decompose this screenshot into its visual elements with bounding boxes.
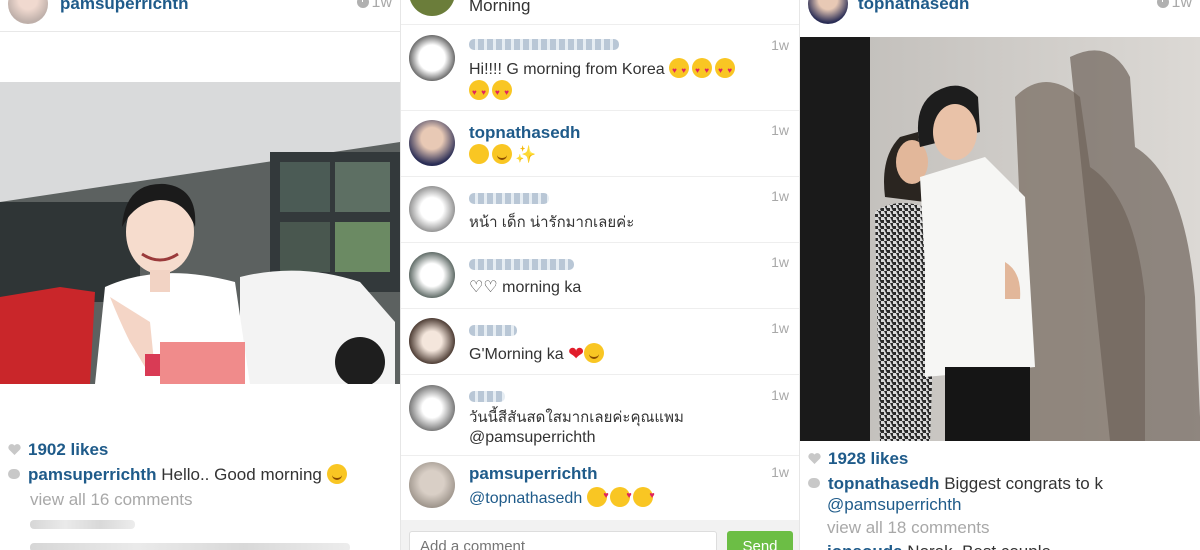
avatar[interactable] bbox=[808, 0, 848, 24]
comment-time: 1w bbox=[771, 464, 789, 480]
caption-text: Hello.. Good morning bbox=[161, 465, 322, 484]
comment-time: 1w bbox=[771, 320, 789, 336]
comment-text: Hi!!!! G morning from Korea bbox=[469, 58, 779, 103]
post-header: pamsuperrichth 1w bbox=[0, 0, 400, 32]
comment-time: 1w bbox=[771, 37, 789, 53]
comment-text: ✨ bbox=[469, 144, 779, 166]
heart-eyes-emoji-icon bbox=[715, 58, 736, 81]
comment-bubble-icon bbox=[8, 469, 20, 479]
add-comment-input[interactable] bbox=[409, 531, 717, 550]
list-item: pamsuperrichth 1w @topnathasedh bbox=[401, 456, 799, 520]
clock-icon bbox=[356, 0, 369, 8]
blurred-comment bbox=[30, 520, 135, 529]
caption-username[interactable]: topnathasedh bbox=[828, 474, 939, 493]
send-button[interactable]: Send bbox=[727, 531, 793, 550]
comment-username[interactable] bbox=[469, 35, 619, 55]
post-panel-left: pamsuperrichth 1w 1902 likes pamsuperric… bbox=[0, 0, 400, 550]
comment-username[interactable] bbox=[469, 189, 549, 209]
comment-text: Norak. Best couple bbox=[907, 542, 1051, 550]
heart-eyes-emoji-icon bbox=[669, 58, 690, 81]
post-caption: topnathasedh Biggest congrats to k bbox=[808, 473, 1103, 494]
comment-text: G'Morning ka ❤ bbox=[469, 343, 779, 365]
list-item: Morning bbox=[401, 0, 799, 25]
post-header: topnathasedh 1w bbox=[800, 0, 1200, 32]
flushed-emoji-icon bbox=[469, 144, 489, 164]
post-photo[interactable] bbox=[800, 37, 1200, 441]
comment-time: 1w bbox=[771, 254, 789, 270]
comment-text-content: Hi!!!! G morning from Korea bbox=[469, 61, 665, 78]
avatar[interactable] bbox=[409, 120, 455, 166]
grinning-emoji-icon bbox=[326, 464, 347, 484]
post-panel-right: topnathasedh 1w 1928 likes topnathasedh … bbox=[799, 0, 1200, 550]
comment-preview: jonsouda Norak. Best couple bbox=[827, 541, 1051, 550]
kiss-emoji-icon bbox=[632, 485, 655, 507]
clock-icon bbox=[1156, 0, 1169, 8]
comment-username[interactable] bbox=[469, 255, 574, 275]
comment-mention[interactable]: @pamsuperrichth bbox=[469, 427, 779, 448]
avatar[interactable] bbox=[409, 186, 455, 232]
comment-text: วันนี้สีสันสดใสมากเลยค่ะคุณแพม bbox=[469, 409, 684, 426]
comment-username[interactable] bbox=[469, 321, 517, 341]
likes-label: 1902 likes bbox=[28, 440, 109, 459]
comment-bubble-icon bbox=[808, 478, 820, 488]
heart-eyes-emoji-icon bbox=[692, 58, 713, 81]
comment-username[interactable]: topnathasedh bbox=[469, 123, 580, 143]
post-username[interactable]: topnathasedh bbox=[858, 0, 969, 14]
kiss-emoji-icon bbox=[609, 485, 632, 507]
avatar[interactable] bbox=[409, 462, 455, 508]
time-label: 1w bbox=[371, 0, 392, 11]
time-label: 1w bbox=[1171, 0, 1192, 11]
avatar[interactable] bbox=[409, 385, 455, 431]
comment-time: 1w bbox=[771, 122, 789, 138]
comments-panel: Morning 1w Hi!!!! G morning from Korea t… bbox=[400, 0, 799, 550]
sparkles-icon: ✨ bbox=[515, 145, 537, 164]
caption-mention[interactable]: @pamsuperrichth bbox=[827, 495, 961, 514]
red-heart-icon: ❤ bbox=[568, 344, 585, 365]
smiling-emoji-icon bbox=[584, 343, 605, 363]
avatar[interactable] bbox=[409, 252, 455, 298]
post-time: 1w bbox=[356, 0, 392, 12]
comment-text: @topnathasedh bbox=[469, 485, 779, 509]
list-item: 1w G'Morning ka ❤ bbox=[401, 309, 799, 375]
caption-username[interactable]: pamsuperrichth bbox=[28, 465, 156, 484]
likes-label: 1928 likes bbox=[828, 449, 909, 468]
heart-icon bbox=[8, 444, 21, 455]
comment-time: 1w bbox=[771, 188, 789, 204]
caption-text: Biggest congrats to k bbox=[944, 474, 1103, 493]
comment-mention[interactable]: @topnathasedh bbox=[469, 490, 582, 507]
comment-text-content: G'Morning ka bbox=[469, 346, 564, 363]
list-item: 1w วันนี้สีสันสดใสมากเลยค่ะคุณแพม @pamsu… bbox=[401, 375, 799, 456]
post-photo[interactable] bbox=[0, 82, 400, 384]
list-item: 1w หน้า เด็ก น่ารักมากเลยค่ะ bbox=[401, 177, 799, 243]
likes-count[interactable]: 1902 likes bbox=[8, 440, 108, 460]
avatar[interactable] bbox=[409, 318, 455, 364]
kiss-emoji-icon bbox=[586, 485, 609, 507]
comment-username[interactable]: pamsuperrichth bbox=[469, 464, 597, 484]
blurred-comment bbox=[30, 543, 350, 550]
comment-text: ♡♡ morning ka bbox=[469, 279, 582, 296]
avatar[interactable] bbox=[8, 0, 48, 24]
likes-count[interactable]: 1928 likes bbox=[808, 449, 908, 469]
list-item: topnathasedh 1w ✨ bbox=[401, 111, 799, 177]
comment-time: 1w bbox=[771, 387, 789, 403]
post-caption: pamsuperrichth Hello.. Good morning bbox=[8, 464, 350, 485]
heart-icon bbox=[808, 453, 821, 464]
view-all-comments-link[interactable]: view all 16 comments bbox=[30, 490, 193, 510]
view-all-comments-link[interactable]: view all 18 comments bbox=[827, 518, 990, 538]
list-item: 1w ♡♡ morning ka bbox=[401, 243, 799, 309]
comment-username[interactable]: jonsouda bbox=[827, 542, 903, 550]
post-username[interactable]: pamsuperrichth bbox=[60, 0, 188, 14]
list-item: 1w Hi!!!! G morning from Korea bbox=[401, 25, 799, 111]
heart-eyes-emoji-icon bbox=[469, 80, 489, 103]
avatar[interactable] bbox=[409, 0, 455, 16]
post-time: 1w bbox=[1156, 0, 1192, 12]
comment-text: Morning bbox=[469, 0, 531, 15]
grinning-emoji-icon bbox=[492, 144, 512, 164]
comment-username[interactable] bbox=[469, 387, 505, 407]
comment-text: หน้า เด็ก น่ารักมากเลยค่ะ bbox=[469, 214, 635, 231]
avatar[interactable] bbox=[409, 35, 455, 81]
heart-eyes-emoji-icon bbox=[492, 80, 512, 103]
caption-continuation: @pamsuperrichth bbox=[827, 494, 961, 515]
add-comment-bar: Send bbox=[401, 520, 799, 550]
